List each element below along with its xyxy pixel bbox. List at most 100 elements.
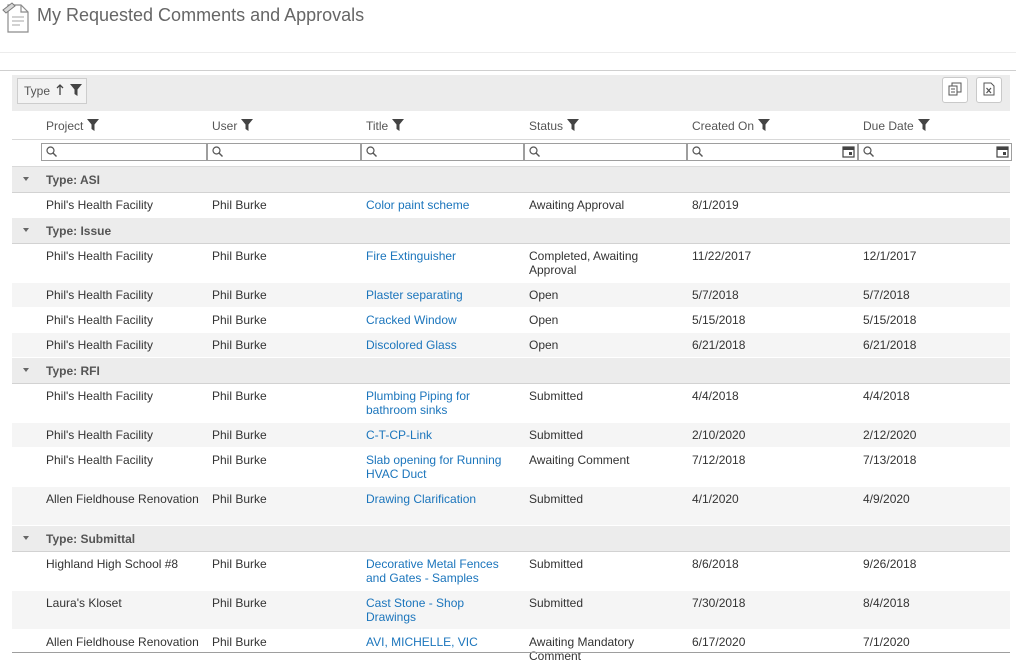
filter-icon[interactable] (392, 118, 405, 134)
user-filter-input[interactable] (224, 144, 342, 158)
table-row[interactable]: Phil's Health Facility Phil Burke Slab ope… (12, 448, 1010, 487)
column-header-project[interactable]: Project (46, 113, 100, 139)
table-row[interactable]: Phil's Health Facility Phil Burke Cracked … (12, 308, 1010, 333)
group-by-type-chip[interactable]: Type (17, 78, 88, 104)
cell-user: Phil Burke (212, 635, 267, 649)
title-link[interactable]: Plumbing Piping for bathroom sinks (366, 389, 516, 417)
title-link[interactable]: Cast Stone - Shop Drawings (366, 596, 516, 624)
column-header-title[interactable]: Title (366, 113, 405, 139)
filter-icon[interactable] (241, 118, 254, 134)
collapse-caret-icon[interactable] (23, 228, 29, 232)
cell-status: Submitted (529, 596, 584, 610)
calendar-icon[interactable] (996, 145, 1009, 161)
group-row[interactable]: Type: Submittal (12, 526, 1010, 552)
due-date-filter-field[interactable] (858, 143, 1012, 161)
column-header-row: Project User Title Status Created On Due Date (12, 113, 1010, 140)
cell-status: Awaiting Mandatory Comment (529, 635, 635, 663)
column-header-label: Due Date (863, 119, 914, 133)
column-header-label: Project (46, 119, 84, 133)
sort-ascending-icon[interactable] (56, 83, 64, 99)
table-row[interactable]: Phil's Health Facility Phil Burke Discolor… (12, 333, 1010, 358)
cell-created-on: 4/1/2020 (692, 492, 739, 506)
column-header-status[interactable]: Status (529, 113, 580, 139)
table-row[interactable]: Allen Fieldhouse Renovation Phil Burke AVI… (12, 630, 1010, 669)
filter-icon[interactable] (917, 118, 930, 134)
cell-status: Open (529, 338, 559, 352)
title-link[interactable]: Drawing Clarification (366, 492, 516, 506)
column-header-user[interactable]: User (212, 113, 254, 139)
collapse-caret-icon[interactable] (23, 368, 29, 372)
table-row[interactable]: Phil's Health Facility Phil Burke C-T-CP-L… (12, 423, 1010, 448)
due-date-filter-input[interactable] (875, 144, 993, 158)
title-link[interactable]: Discolored Glass (366, 338, 516, 352)
table-row[interactable]: Phil's Health Facility Phil Burke Plaster … (12, 283, 1010, 308)
group-row[interactable]: Type: ASI (12, 167, 1010, 193)
cell-user: Phil Burke (212, 249, 267, 263)
cell-project: Phil's Health Facility (46, 338, 153, 352)
cell-due-date: 7/1/2020 (863, 635, 910, 649)
table-row[interactable]: Phil's Health Facility Phil Burke Plumbing… (12, 384, 1010, 423)
page-title: My Requested Comments and Approvals (37, 5, 365, 25)
cell-created-on: 8/1/2019 (692, 198, 739, 212)
cell-project: Phil's Health Facility (46, 389, 153, 403)
status-filter-field[interactable] (524, 143, 687, 161)
table-row[interactable]: Phil's Health Facility Phil Burke Fire Ext… (12, 244, 1010, 283)
column-chooser-button[interactable] (942, 77, 968, 103)
title-link[interactable]: Fire Extinguisher (366, 249, 516, 263)
title-filter-field[interactable] (361, 143, 524, 161)
group-row[interactable]: Type: Issue (12, 218, 1010, 244)
cell-project: Allen Fieldhouse Renovation (46, 492, 199, 506)
cell-project: Phil's Health Facility (46, 313, 153, 327)
project-filter-field[interactable] (41, 143, 207, 161)
cell-status: Submitted (529, 557, 584, 571)
cell-user: Phil Burke (212, 557, 267, 571)
title-link[interactable]: Color paint scheme (366, 198, 516, 212)
filter-icon[interactable] (70, 83, 83, 99)
column-header-created-on[interactable]: Created On (692, 113, 771, 139)
collapse-caret-icon[interactable] (23, 536, 29, 540)
filter-icon[interactable] (567, 118, 580, 134)
project-filter-input[interactable] (58, 144, 188, 158)
export-excel-button[interactable] (976, 77, 1002, 103)
title-link[interactable]: Cracked Window (366, 313, 516, 327)
table-row[interactable]: Phil's Health Facility Phil Burke Color pa… (12, 193, 1010, 218)
search-icon (46, 146, 57, 160)
filter-icon[interactable] (758, 118, 771, 134)
title-filter-input[interactable] (378, 144, 505, 158)
approvals-grid: Project User Title Status Created On Due Date… (12, 113, 1012, 669)
table-row[interactable]: Allen Fieldhouse Renovation Phil Burke Dra… (12, 487, 1010, 526)
title-link[interactable]: Decorative Metal Fences and Gates - Samp… (366, 557, 516, 585)
cell-due-date: 6/21/2018 (863, 338, 917, 352)
cell-project: Highland High School #8 (46, 557, 179, 571)
cell-status: Awaiting Comment (529, 453, 630, 467)
cell-status: Open (529, 288, 559, 302)
calendar-icon[interactable] (842, 145, 855, 161)
filter-row (12, 140, 1012, 167)
header-divider (0, 70, 1016, 71)
table-row[interactable]: Laura's Kloset Phil Burke Cast Stone - Sho… (12, 591, 1010, 630)
filter-icon[interactable] (87, 118, 100, 134)
collapse-caret-icon[interactable] (23, 177, 29, 181)
cell-status: Submitted (529, 428, 584, 442)
table-row[interactable]: Highland High School #8 Phil Burke Decorat… (12, 552, 1010, 591)
cell-user: Phil Burke (212, 338, 267, 352)
created-on-filter-field[interactable] (687, 143, 858, 161)
cell-project: Laura's Kloset (46, 596, 122, 610)
title-link[interactable]: Plaster separating (366, 288, 516, 302)
page-header: My Requested Comments and Approvals (0, 0, 1016, 53)
column-header-due-date[interactable]: Due Date (863, 113, 930, 139)
cell-user: Phil Burke (212, 313, 267, 327)
grid-bottom-border (12, 652, 1010, 653)
title-link[interactable]: AVI, MICHELLE, VIC (366, 635, 516, 649)
cell-project: Allen Fieldhouse Renovation (46, 635, 199, 649)
title-link[interactable]: Slab opening for Running HVAC Duct (366, 453, 516, 481)
user-filter-field[interactable] (207, 143, 361, 161)
created-on-filter-input[interactable] (704, 144, 839, 158)
cell-created-on: 6/21/2018 (692, 338, 746, 352)
title-link[interactable]: C-T-CP-Link (366, 428, 516, 442)
group-row[interactable]: Type: RFI (12, 358, 1010, 384)
status-filter-input[interactable] (541, 144, 668, 158)
search-icon (212, 146, 223, 160)
cell-status: Submitted (529, 389, 584, 403)
column-header-label: Status (529, 119, 564, 133)
